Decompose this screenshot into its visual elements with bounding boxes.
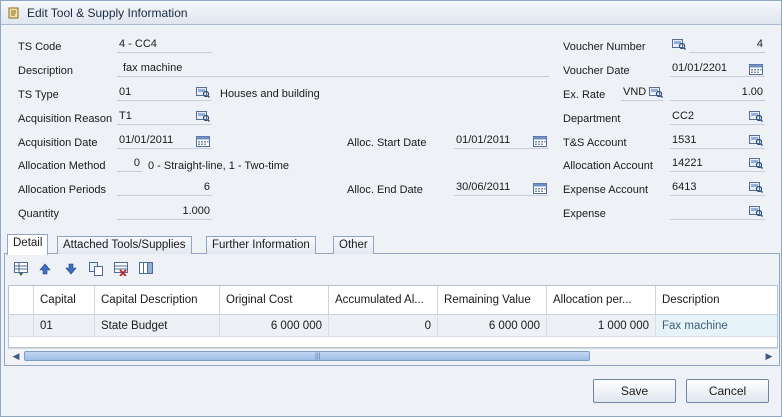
quantity-label: Quantity <box>18 208 59 220</box>
lookup-icon[interactable] <box>749 135 763 146</box>
acquisition-date-label: Acquisition Date <box>18 137 98 149</box>
horizontal-scrollbar[interactable]: ◀ ||| ▶ <box>8 348 778 362</box>
column-header[interactable]: Remaining Value <box>438 286 547 315</box>
quantity-field[interactable]: 1.000 <box>117 204 212 220</box>
lookup-icon[interactable] <box>196 87 210 98</box>
table-cell[interactable]: 0 <box>329 315 438 337</box>
voucher-number-label: Voucher Number <box>563 41 646 53</box>
table-cell[interactable]: 1 000 000 <box>547 315 656 337</box>
lookup-icon[interactable] <box>749 158 763 169</box>
grip-icon: ||| <box>315 353 321 360</box>
table-cell[interactable]: 6 000 000 <box>438 315 547 337</box>
ts-code-label: TS Code <box>18 41 62 53</box>
detail-panel: Capital Capital Description Original Cos… <box>4 254 780 366</box>
row-indicator-header <box>9 286 34 315</box>
alloc-start-date-label: Alloc. Start Date <box>347 137 427 149</box>
insert-row-icon[interactable] <box>14 262 28 276</box>
tab-detail[interactable]: Detail <box>7 234 49 255</box>
delete-row-icon[interactable] <box>114 262 128 276</box>
expense-label: Expense <box>563 208 606 220</box>
lookup-icon[interactable] <box>749 111 763 122</box>
table-cell[interactable]: State Budget <box>95 315 220 337</box>
column-header[interactable]: Original Cost <box>220 286 329 315</box>
save-button[interactable]: Save <box>593 379 676 403</box>
lookup-icon[interactable] <box>749 206 763 217</box>
scroll-right-icon[interactable]: ▶ <box>763 350 775 362</box>
document-edit-icon <box>8 7 19 19</box>
column-header[interactable]: Allocation per... <box>547 286 656 315</box>
column-header[interactable]: Capital Description <box>95 286 220 315</box>
edit-tool-supply-window: Edit Tool & Supply Information TS Code 4… <box>0 0 782 417</box>
tab-bar: Detail Attached Tools/Supplies Further I… <box>4 234 780 255</box>
expense-account-label: Expense Account <box>563 184 649 196</box>
move-up-icon[interactable] <box>38 262 52 276</box>
allocation-account-label: Allocation Account <box>563 160 653 172</box>
table-cell[interactable]: Fax machine <box>656 315 777 337</box>
acquisition-reason-label: Acquisition Reason <box>18 113 113 125</box>
row-indicator[interactable] <box>9 315 34 337</box>
tab-attached-tools-supplies[interactable]: Attached Tools/Supplies <box>57 236 192 254</box>
ex-rate-field[interactable]: 1.00 <box>670 85 765 101</box>
detail-grid: Capital Capital Description Original Cos… <box>8 285 778 348</box>
voucher-date-label: Voucher Date <box>563 65 630 77</box>
table-cell[interactable]: 01 <box>34 315 95 337</box>
columns-icon[interactable] <box>139 262 153 276</box>
column-header[interactable]: Capital <box>34 286 95 315</box>
cancel-button[interactable]: Cancel <box>686 379 769 403</box>
calendar-icon[interactable] <box>533 136 547 147</box>
ts-code-field[interactable]: 4 - CC4 <box>117 37 212 53</box>
allocation-method-field[interactable]: 0 <box>117 156 142 172</box>
calendar-icon[interactable] <box>196 136 210 147</box>
ts-form: TS Code 4 - CC4 Description fax machine … <box>1 26 781 232</box>
ts-type-label: TS Type <box>18 89 59 101</box>
description-label: Description <box>18 65 74 77</box>
window-title: Edit Tool & Supply Information <box>27 6 188 20</box>
title-bar: Edit Tool & Supply Information <box>1 1 781 25</box>
tab-other[interactable]: Other <box>333 236 374 254</box>
allocation-periods-field[interactable]: 6 <box>117 180 212 196</box>
calendar-icon[interactable] <box>749 64 763 75</box>
voucher-number-field[interactable]: 4 <box>689 37 765 53</box>
description-field[interactable]: fax machine <box>117 61 549 77</box>
ts-account-label: T&S Account <box>563 137 627 149</box>
copy-icon[interactable] <box>89 262 103 276</box>
alloc-end-date-label: Alloc. End Date <box>347 184 423 196</box>
lookup-icon[interactable] <box>196 111 210 122</box>
lookup-icon[interactable] <box>749 182 763 193</box>
allocation-periods-label: Allocation Periods <box>18 184 107 196</box>
department-label: Department <box>563 113 621 125</box>
tab-further-information[interactable]: Further Information <box>206 236 316 254</box>
calendar-icon[interactable] <box>533 183 547 194</box>
lookup-icon[interactable] <box>649 87 663 98</box>
column-header[interactable]: Description <box>656 286 777 315</box>
allocation-method-label: Allocation Method <box>18 160 106 172</box>
column-header[interactable]: Accumulated Al... <box>329 286 438 315</box>
ex-rate-label: Ex. Rate <box>563 89 606 101</box>
table-cell[interactable]: 6 000 000 <box>220 315 329 337</box>
ts-type-description: Houses and building <box>220 88 320 100</box>
scroll-left-icon[interactable]: ◀ <box>10 350 22 362</box>
move-down-icon[interactable] <box>64 262 78 276</box>
lookup-icon[interactable] <box>672 39 686 50</box>
scroll-thumb[interactable]: ||| <box>24 351 590 361</box>
allocation-method-hint: 0 - Straight-line, 1 - Two-time <box>148 160 290 172</box>
